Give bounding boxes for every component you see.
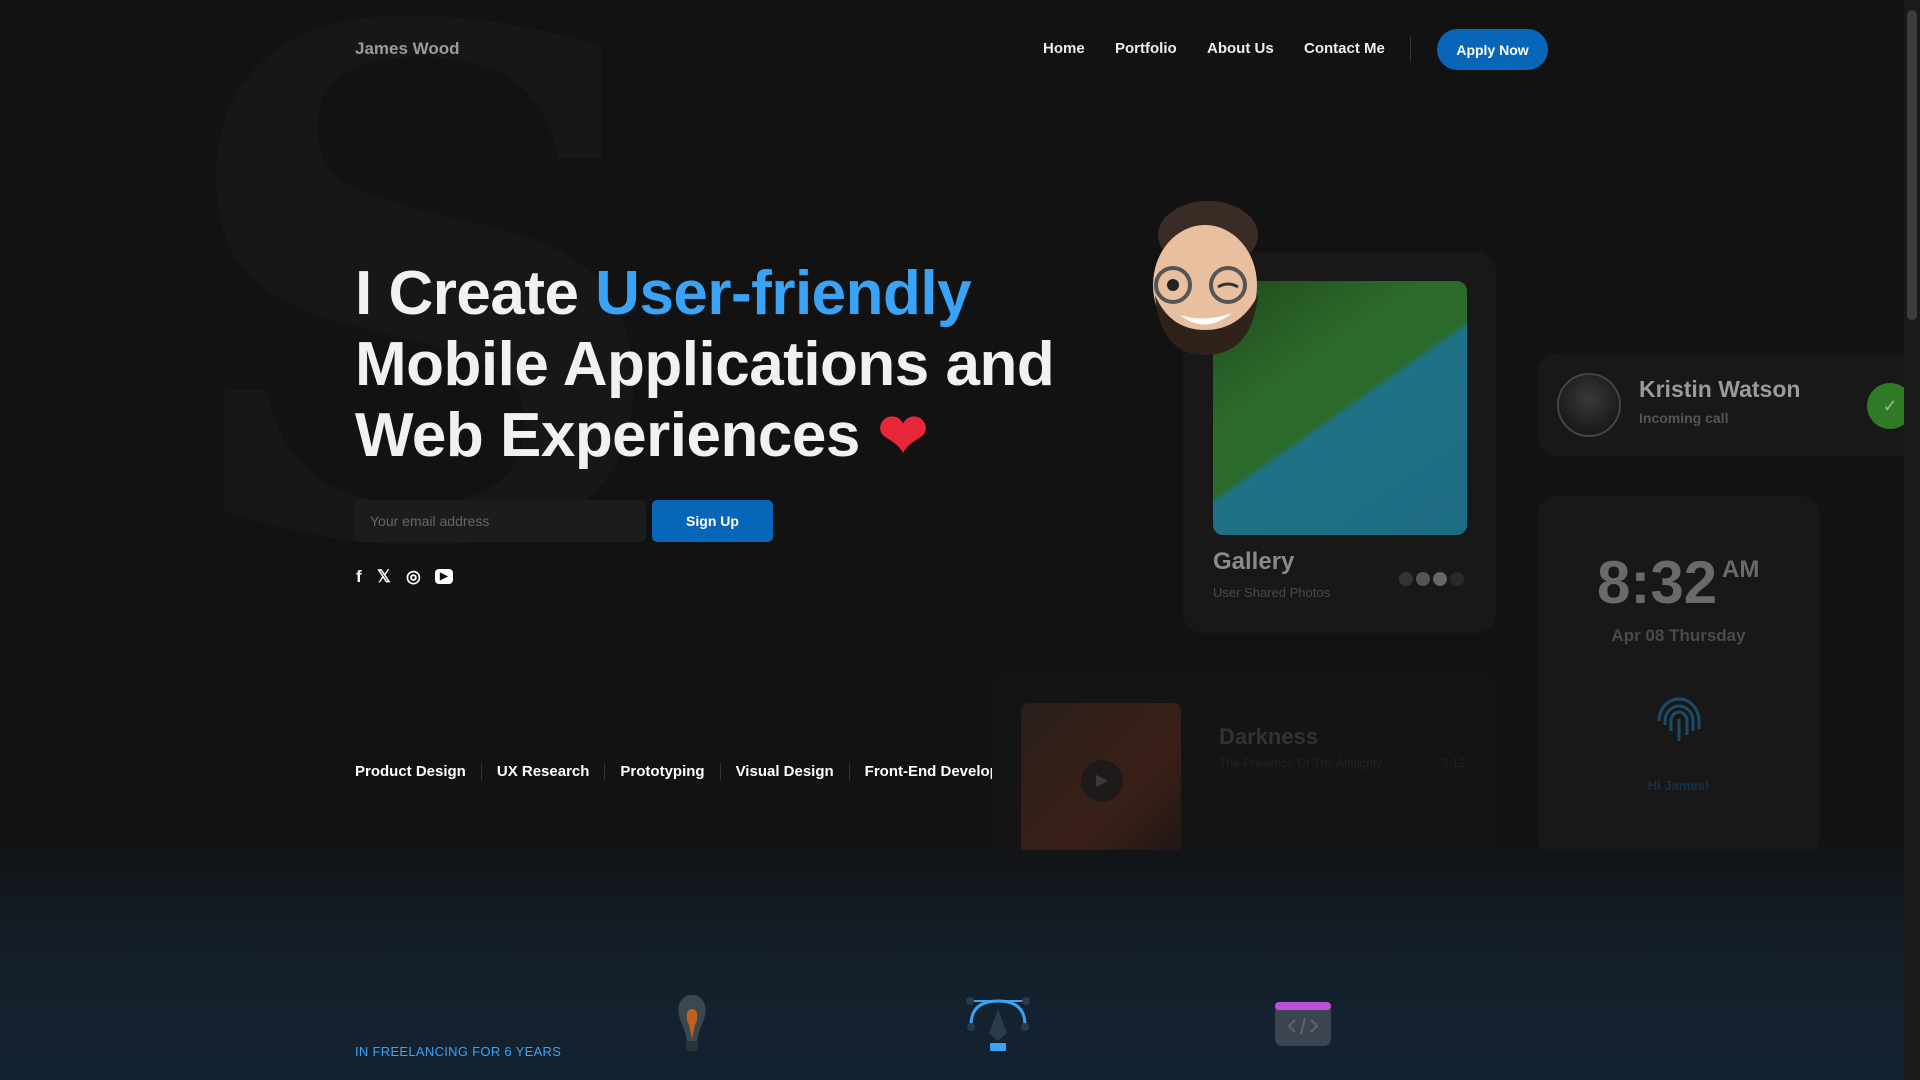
youtube-icon[interactable]: ▶: [435, 569, 453, 584]
freelance-tagline: IN FREELANCING FOR 6 YEARS: [355, 1044, 562, 1059]
code-icon: [1275, 1002, 1331, 1046]
hero-section: S James Wood Home Portfolio About Us Con…: [0, 0, 1904, 850]
heart-icon: ❤: [877, 402, 928, 469]
music-player-card: ▶ Darkness The Presence Of The Almighty …: [992, 673, 1496, 850]
nav-divider: [1410, 36, 1411, 62]
scrollbar-thumb[interactable]: [1907, 10, 1917, 320]
track-title: Darkness: [1219, 724, 1319, 749]
nav-portfolio[interactable]: Portfolio: [1115, 40, 1177, 57]
lock-screen-card: 8:32 AM Apr 08 Thursday Hi James!: [1537, 496, 1820, 850]
facebook-icon[interactable]: f: [356, 567, 362, 587]
logo[interactable]: James Wood: [355, 39, 460, 59]
sign-up-button[interactable]: Sign Up: [652, 500, 773, 542]
skill-item: UX Research: [480, 763, 605, 780]
x-icon[interactable]: 𝕏: [377, 567, 391, 587]
clock-time: 8:32: [1597, 549, 1718, 616]
lightbulb-icon: [678, 995, 706, 1051]
skills-list: Product Design UX Research Prototyping V…: [355, 763, 1050, 780]
album-art: ▶: [1021, 703, 1181, 850]
skill-item: Product Design: [355, 763, 466, 780]
email-input[interactable]: [355, 500, 646, 542]
hero-headline: I Create User-friendly Mobile Applicatio…: [355, 258, 1055, 471]
pen-tool-icon: [966, 997, 1030, 1051]
call-status: Incoming call: [1639, 410, 1729, 426]
memoji-avatar: [1153, 201, 1258, 355]
fingerprint-icon: [1657, 697, 1701, 741]
skill-item: Prototyping: [604, 763, 719, 780]
headline-text: Mobile Applications and: [355, 330, 1055, 399]
user-avatars: [1399, 572, 1464, 586]
gallery-subtitle: User Shared Photos: [1213, 585, 1331, 600]
headline-text: Web Experiences: [355, 401, 860, 470]
nav-contact[interactable]: Contact Me: [1304, 40, 1385, 57]
skill-item: Visual Design: [719, 763, 849, 780]
clock-ampm: AM: [1722, 556, 1760, 583]
greeting: Hi James!: [1647, 778, 1710, 793]
headline-text: I Create: [355, 259, 596, 328]
instagram-icon[interactable]: ◎: [406, 567, 421, 587]
nav-home[interactable]: Home: [1043, 40, 1085, 57]
scrollbar[interactable]: [1904, 0, 1920, 1080]
nav-about[interactable]: About Us: [1207, 40, 1274, 57]
accept-call-button[interactable]: ✓: [1867, 383, 1904, 429]
apply-now-button[interactable]: Apply Now: [1437, 29, 1548, 70]
caller-avatar: [1557, 373, 1621, 437]
headline-accent: User-friendly: [595, 259, 972, 328]
caller-name: Kristin Watson: [1639, 376, 1801, 402]
stats-section: IN FREELANCING FOR 6 YEARS: [0, 850, 1904, 1080]
track-duration: 3:12: [1442, 756, 1466, 770]
incoming-call-card: Kristin Watson Incoming call ✓: [1537, 353, 1904, 456]
track-artist: The Presence Of The Almighty: [1219, 756, 1383, 770]
play-icon[interactable]: ▶: [1081, 760, 1123, 802]
gallery-title: Gallery: [1213, 548, 1295, 575]
clock-date: Apr 08 Thursday: [1611, 626, 1746, 645]
